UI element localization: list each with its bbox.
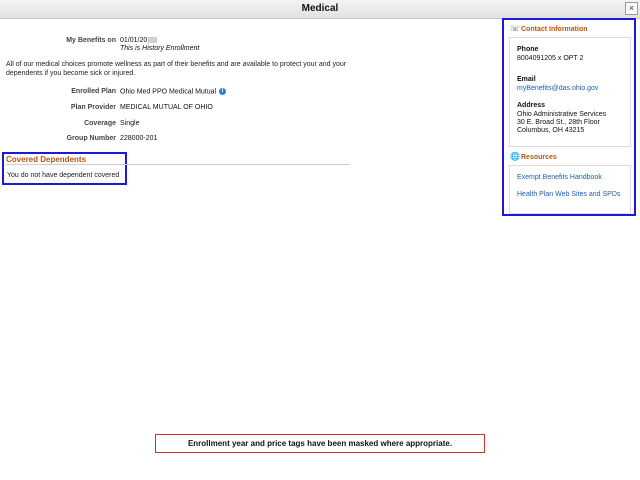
- window-titlebar: Medical ×: [0, 0, 640, 19]
- close-icon: ×: [628, 3, 635, 13]
- contact-sidebar: ☏Contact Information Phone 8004091205 x …: [502, 18, 636, 216]
- detail-value-plan-provider: MEDICAL MUTUAL OF OHIO: [120, 104, 213, 111]
- globe-icon: 🌐: [510, 152, 520, 161]
- contact-info-header: ☏Contact Information: [510, 24, 588, 33]
- masked-year: [148, 37, 158, 44]
- resource-link-health-plan[interactable]: Health Plan Web Sites and SPDs: [517, 191, 620, 198]
- close-button[interactable]: ×: [625, 2, 638, 15]
- address-line-1: Ohio Administrative Services: [517, 111, 607, 118]
- history-note: This is History Enrollment: [120, 45, 200, 52]
- window-title: Medical: [301, 3, 339, 14]
- detail-value-coverage: Single: [120, 120, 140, 127]
- masking-notice: Enrollment year and price tags have been…: [155, 434, 485, 453]
- covered-dependents-text: You do not have dependent covered: [7, 172, 120, 179]
- email-label: Email: [517, 76, 536, 83]
- detail-label-plan-provider: Plan Provider: [70, 104, 116, 111]
- benefits-date-value: 01/01/20: [120, 37, 148, 44]
- phone-value: 8004091205 x OPT 2: [517, 55, 584, 62]
- address-line-3: Columbus, OH 43215: [517, 127, 585, 134]
- phone-icon: ☏: [510, 24, 521, 33]
- contact-info-panel: Phone 8004091205 x OPT 2 Email myBenefit…: [509, 37, 631, 147]
- phone-label: Phone: [517, 46, 539, 53]
- detail-label-coverage: Coverage: [84, 120, 116, 127]
- address-line-2: 30 E. Broad St., 28th Floor: [517, 119, 600, 126]
- resources-panel: Exempt Benefits Handbook Health Plan Web…: [509, 165, 631, 214]
- enrolled-plan-text: Ohio Med PPO Medical Mutual: [120, 88, 217, 96]
- detail-value-enrolled-plan: Ohio Med PPO Medical Mutual i: [120, 88, 227, 96]
- resources-header: 🌐Resources: [510, 152, 557, 161]
- benefits-date: 01/01/20: [120, 37, 158, 44]
- detail-label-enrolled-plan: Enrolled Plan: [71, 88, 116, 95]
- detail-label-group-number: Group Number: [66, 135, 116, 142]
- email-link[interactable]: myBenefits@das.ohio.gov: [517, 85, 598, 92]
- covered-dependents-title: Covered Dependents: [6, 155, 87, 164]
- section-divider: [6, 164, 350, 165]
- detail-value-group-number: 228000-201: [120, 135, 158, 142]
- resource-link-handbook[interactable]: Exempt Benefits Handbook: [517, 174, 602, 181]
- resources-title: Resources: [521, 154, 557, 161]
- benefits-date-label: My Benefits on: [66, 37, 116, 44]
- contact-info-title: Contact Information: [521, 26, 588, 33]
- info-icon[interactable]: i: [219, 88, 227, 95]
- address-label: Address: [517, 102, 546, 109]
- intro-text: All of our medical choices promote welln…: [6, 61, 347, 77]
